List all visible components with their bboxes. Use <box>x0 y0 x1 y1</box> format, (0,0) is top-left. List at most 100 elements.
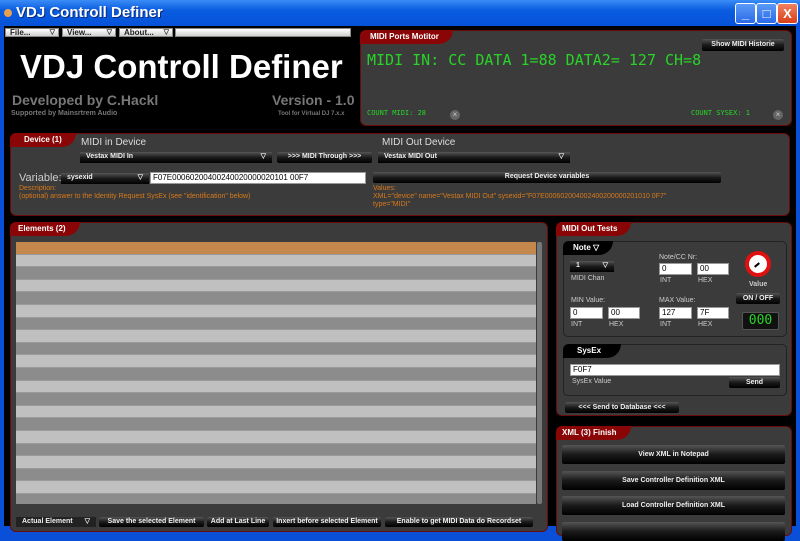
midi-in-value: Vestax MIDI In <box>86 153 134 160</box>
description-label: Description: <box>19 185 56 192</box>
sysex-input[interactable]: F0F7 <box>570 364 780 376</box>
min-int-input[interactable]: 0 <box>570 307 603 319</box>
maximize-button[interactable]: □ <box>756 3 777 24</box>
menu-blank <box>175 28 351 37</box>
variable-select[interactable]: sysexid ▽ <box>61 173 149 184</box>
clear-midi-icon[interactable]: × <box>450 110 460 120</box>
tool-text: Tool for Virtual DJ 7.x.x <box>278 111 345 117</box>
hex-label: HEX <box>698 321 713 328</box>
list-row[interactable] <box>16 355 536 368</box>
list-row[interactable] <box>16 267 536 280</box>
list-row[interactable] <box>16 468 536 482</box>
chevron-down-icon: ▽ <box>49 29 55 36</box>
list-row[interactable] <box>16 481 536 494</box>
midi-chan-select[interactable]: 1 ▽ <box>570 261 614 272</box>
app-heading: VDJ Controll Definer <box>20 48 343 85</box>
view-xml-button[interactable]: View XML in Notepad <box>562 445 785 464</box>
monitor-tab: MIDI Ports Motitor <box>360 30 453 44</box>
app-client: File... ▽ View... ▽ About... ▽ VDJ Controll… <box>4 26 796 541</box>
list-row[interactable] <box>16 456 536 469</box>
list-row[interactable] <box>16 393 536 406</box>
xml-extra-button[interactable] <box>562 522 785 541</box>
device-tab: Device (1) <box>10 133 76 147</box>
list-row[interactable] <box>16 494 536 504</box>
clear-sysex-icon[interactable]: × <box>773 110 783 120</box>
value-display: 000 <box>742 312 779 330</box>
midi-out-label: MIDI Out Device <box>382 137 456 148</box>
hex-label: HEX <box>609 321 624 328</box>
variable-value: sysexid <box>67 174 93 181</box>
note-tab-label: Note <box>573 243 591 252</box>
note-int-input[interactable]: 0 <box>659 263 692 275</box>
values-type: type="MIDI" <box>373 201 411 208</box>
int-label: INT <box>660 277 672 284</box>
chevron-down-icon: ▽ <box>593 243 600 252</box>
list-row[interactable] <box>16 380 536 394</box>
list-row[interactable] <box>16 254 536 268</box>
menu-about[interactable]: About... ▽ <box>119 28 173 37</box>
list-row[interactable] <box>16 279 536 293</box>
variable-input[interactable]: F07E00060200400240020000020101 00F7 <box>150 172 366 184</box>
max-value-label: MAX Value: <box>659 297 696 304</box>
note-hex-input[interactable]: 00 <box>697 263 729 275</box>
send-sysex-button[interactable]: Send <box>729 377 780 388</box>
knob-pointer-icon <box>754 262 760 268</box>
title-bar: VDJ Controll Definer _ □ X <box>0 0 800 26</box>
show-history-button[interactable]: Show MIDI Historie <box>702 39 784 51</box>
send-to-database-button[interactable]: <<< Send to Database <<< <box>565 402 679 413</box>
values-label: Values: <box>373 185 396 192</box>
window-title: VDJ Controll Definer <box>16 4 163 21</box>
selected-list-row[interactable] <box>16 242 536 255</box>
list-row[interactable] <box>16 305 536 318</box>
max-hex-input[interactable]: 7F <box>697 307 729 319</box>
list-row[interactable] <box>16 431 536 444</box>
elements-panel: Elements (2) Actual Element ▽ Save the se… <box>10 222 548 532</box>
request-variables-button[interactable]: Request Device variables <box>373 172 721 183</box>
list-row[interactable] <box>16 317 536 331</box>
menu-view[interactable]: View... ▽ <box>62 28 116 37</box>
max-int-input[interactable]: 127 <box>659 307 692 319</box>
list-row[interactable] <box>16 418 536 431</box>
midi-through-button[interactable]: >>> MIDI Through >>> <box>277 152 372 163</box>
chevron-down-icon: ▽ <box>558 153 564 160</box>
list-row[interactable] <box>16 405 536 419</box>
midi-in-select[interactable]: Vestax MIDI In ▽ <box>80 152 272 163</box>
elements-list[interactable] <box>16 242 536 504</box>
minimize-button[interactable]: _ <box>735 3 756 24</box>
min-hex-input[interactable]: 00 <box>608 307 640 319</box>
hex-label: HEX <box>698 277 713 284</box>
chevron-down-icon: ▽ <box>137 174 143 181</box>
supported-text: Supported by Mainsrtrem Audio <box>11 110 118 117</box>
device-panel: Device (1) MIDI in Device Vestax MIDI In… <box>10 133 790 216</box>
developer-text: Developed by C.Hackl <box>12 92 159 108</box>
menu-file[interactable]: File... ▽ <box>5 28 59 37</box>
sysex-tab: SysEx <box>563 344 622 358</box>
list-scrollbar[interactable] <box>537 242 542 504</box>
load-xml-button[interactable]: Load Controller Definition XML <box>562 496 785 515</box>
save-xml-button[interactable]: Save Controller Definition XML <box>562 471 785 490</box>
on-off-button[interactable]: ON / OFF <box>736 293 780 304</box>
chevron-down-icon: ▽ <box>602 262 608 269</box>
int-label: INT <box>660 321 672 328</box>
xml-finish-panel: XML (3) Finish View XML in Notepad Save … <box>556 426 792 541</box>
midi-chan-value: 1 <box>576 262 580 269</box>
value-knob[interactable] <box>745 251 771 277</box>
list-row[interactable] <box>16 330 536 343</box>
list-row[interactable] <box>16 443 536 457</box>
list-row[interactable] <box>16 368 536 381</box>
midi-chan-label: MIDI Chan <box>571 275 605 282</box>
close-button[interactable]: X <box>777 3 798 24</box>
int-label: INT <box>571 321 583 328</box>
note-group: Note ▽ 1 ▽ MIDI Chan Note/CC Nr: 0 00 INT… <box>563 241 787 337</box>
version-text: Version - 1.0 <box>272 92 355 108</box>
chevron-down-icon: ▽ <box>106 29 112 36</box>
sysex-value-label: SysEx Value <box>572 378 612 385</box>
elements-tab: Elements (2) <box>10 222 80 236</box>
app-icon <box>4 9 12 17</box>
menu-label: About... <box>124 28 154 37</box>
list-row[interactable] <box>16 292 536 305</box>
midi-out-select[interactable]: Vestax MIDI Out ▽ <box>378 152 570 163</box>
values-xml: XML="device" name="Vestax MIDI Out" syse… <box>373 193 667 200</box>
list-row[interactable] <box>16 342 536 356</box>
note-tab[interactable]: Note ▽ <box>563 241 614 255</box>
